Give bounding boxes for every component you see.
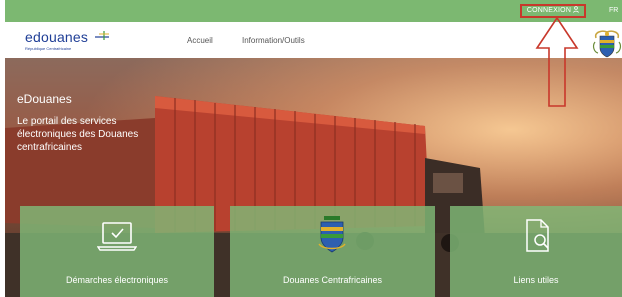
tile-label: Démarches électroniques — [65, 275, 169, 285]
connexion-label: CONNEXION — [526, 7, 572, 14]
laptop-check-icon — [97, 222, 137, 251]
annotation-arrow-icon — [535, 16, 579, 107]
page: CONNEXION FR edouanes République Centraf… — [5, 0, 622, 297]
top-bar: CONNEXION FR — [5, 0, 622, 22]
tile-label: Liens utiles — [513, 275, 559, 285]
logo-mark-icon — [95, 31, 109, 40]
language-selector[interactable]: FR — [609, 6, 618, 15]
logo-text: edouanes — [25, 29, 89, 45]
service-tiles: Démarches électroniques Douanes Centrafr… — [5, 206, 622, 297]
logo-subtitle: République Centrafricaine — [25, 46, 72, 51]
coat-of-arms-icon — [592, 30, 622, 58]
user-icon — [573, 6, 579, 13]
nav-bar: edouanes République Centrafricaine Accue… — [5, 22, 622, 58]
tile-label: Douanes Centrafricaines — [282, 275, 383, 285]
nav-link-accueil[interactable]: Accueil — [187, 36, 213, 46]
site-logo[interactable]: edouanes République Centrafricaine — [25, 29, 109, 51]
tile-demarches-electroniques[interactable]: Démarches électroniques — [20, 206, 214, 297]
hero-subtitle: Le portail des services électroniques de… — [17, 116, 139, 153]
tile-douanes-centrafricaines[interactable]: Douanes Centrafricaines — [230, 206, 435, 297]
hero-title: eDouanes — [17, 92, 72, 106]
customs-emblem-icon — [318, 216, 346, 253]
nav-link-information-outils[interactable]: Information/Outils — [242, 36, 305, 46]
tile-liens-utiles[interactable]: Liens utiles — [450, 206, 622, 297]
document-search-icon — [526, 219, 549, 252]
